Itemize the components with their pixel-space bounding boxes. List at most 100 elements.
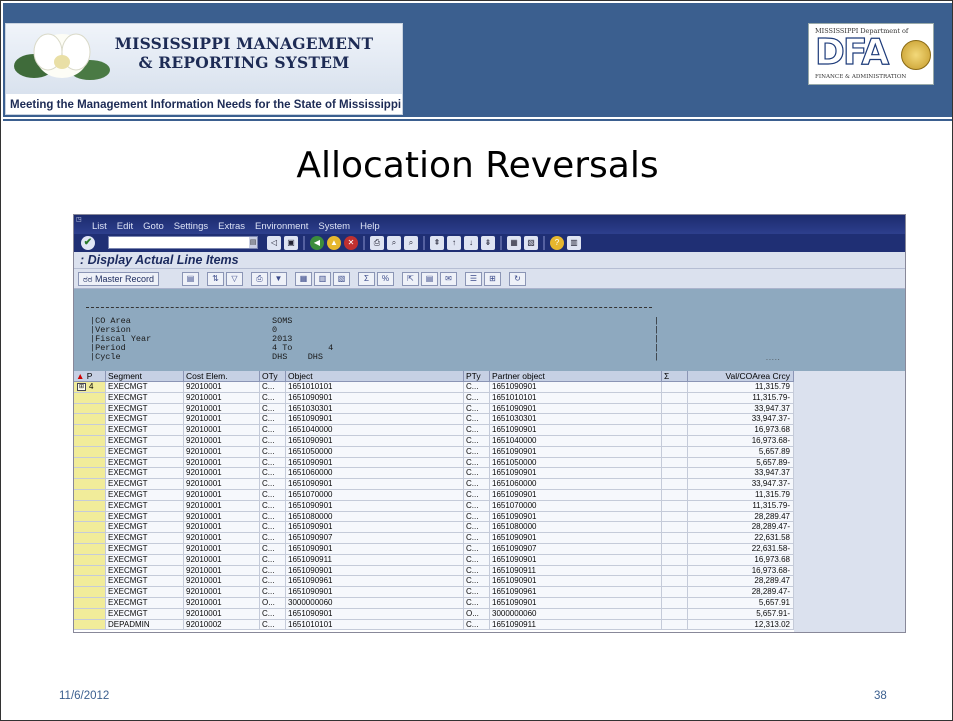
table-row[interactable]: EXECMGT 92010001 C... 1651090901 C... 1651070… [74, 500, 794, 512]
table-row[interactable]: DEPADMIN 92010002 C... 1651010101 C... 165109… [74, 619, 794, 631]
cell-segment: EXECMGT [106, 403, 184, 415]
menu-help[interactable]: Help [360, 221, 380, 232]
command-field-dropdown-icon[interactable]: ▤ [249, 237, 257, 248]
table-row[interactable]: EXECMGT 92010001 C... 1651090907 C... 1651090… [74, 533, 794, 544]
column-header-segment[interactable]: Segment [106, 371, 184, 382]
table-row[interactable]: EXECMGT 92010001 C... 1651090901 C... 1651060… [74, 479, 794, 490]
menu-edit[interactable]: Edit [117, 221, 133, 232]
column-header-oty[interactable]: OTy [260, 371, 286, 382]
table-row[interactable]: EXECMGT 92010001 C... 1651090901 C... 1651050… [74, 457, 794, 469]
column-header-partner-object[interactable]: Partner object [490, 371, 662, 382]
master-record-label: Master Record [95, 274, 155, 284]
cell-segment: EXECMGT [106, 490, 184, 501]
cell-partner-object: 1651040000 [490, 436, 662, 447]
spreadsheet-icon[interactable]: ▤ [421, 272, 438, 286]
sort-icon[interactable]: ⇅ [207, 272, 224, 286]
application-toolbar-icons: ▤ ⇅ ▽ ⎙ ▼ ▦ ▥ ▧ Σ % ⇱ ▤ ✉ ☰ ⊞ ↻ [182, 272, 526, 286]
table-row[interactable]: ⊞ 4 EXECMGT 92010001 C... 1651010101 C... 16510… [74, 382, 794, 393]
expand-row-icon[interactable]: ⊞ [77, 383, 86, 391]
details-icon[interactable]: ☰ [465, 272, 482, 286]
document-icon[interactable]: ▤ [182, 272, 199, 286]
table-row[interactable]: EXECMGT 92010001 C... 1651030301 C... 1651090… [74, 403, 794, 415]
cell-segment: EXECMGT [106, 608, 184, 620]
first-page-icon[interactable]: ⇞ [430, 236, 444, 250]
menu-extras[interactable]: Extras [218, 221, 245, 232]
menu-environment[interactable]: Environment [255, 221, 308, 232]
cell-segment: EXECMGT [106, 511, 184, 523]
total-icon[interactable]: Σ [358, 272, 375, 286]
column-header-pty[interactable]: PTy [464, 371, 490, 382]
export-icon[interactable]: ⇱ [402, 272, 419, 286]
cancel-icon[interactable]: ✕ [344, 236, 358, 250]
subtotal-icon[interactable]: % [377, 272, 394, 286]
change-layout-icon[interactable]: ▥ [314, 272, 331, 286]
refresh-icon[interactable]: ↻ [509, 272, 526, 286]
menu-goto[interactable]: Goto [143, 221, 164, 232]
table-row[interactable]: EXECMGT 92010001 C... 1651090911 C... 1651090… [74, 554, 794, 566]
column-header-value[interactable]: Val/COArea Crcy [688, 371, 794, 382]
column-header-sigma[interactable]: Σ [662, 371, 688, 382]
layout-menu-icon[interactable]: ▥ [567, 236, 581, 250]
back-arrow-icon[interactable]: ◁ [267, 236, 281, 250]
table-row[interactable]: EXECMGT 92010001 C... 1651060000 C... 1651090… [74, 468, 794, 480]
exit-icon[interactable]: ▲ [327, 236, 341, 250]
cell-object: 1651050000 [286, 446, 464, 458]
table-row[interactable]: EXECMGT 92010001 C... 1651090901 C... 1651090… [74, 565, 794, 577]
choose-icon[interactable]: ⊞ [484, 272, 501, 286]
table-row[interactable]: EXECMGT 92010001 C... 1651090901 C... 1651090… [74, 544, 794, 555]
master-record-button[interactable]: ಠಠ Master Record [78, 272, 160, 286]
state-seal-icon [901, 40, 931, 70]
table-row[interactable]: EXECMGT 92010001 C... 1651070000 C... 1651090… [74, 490, 794, 501]
cell-pty: C... [464, 382, 490, 393]
next-page-icon[interactable]: ↓ [464, 236, 478, 250]
toolbar-separator [201, 272, 205, 286]
select-layout-icon[interactable]: ▦ [295, 272, 312, 286]
cell-value: 12,313.02 [688, 619, 794, 631]
cell-partner-object: 1651010101 [490, 392, 662, 404]
table-row[interactable]: EXECMGT 92010001 C... 1651050000 C... 1651090… [74, 446, 794, 458]
set-filter-icon[interactable]: ▼ [270, 272, 287, 286]
menu-list[interactable]: List [92, 221, 107, 232]
find-next-icon[interactable]: ⌕ [404, 236, 418, 250]
table-row[interactable]: EXECMGT 92010001 O... 3000000060 C... 1651090… [74, 598, 794, 609]
cell-partner-object: 1651090901 [490, 403, 662, 415]
column-header-p[interactable]: ▲ P [74, 371, 106, 382]
cell-pty: C... [464, 576, 490, 588]
table-row[interactable]: EXECMGT 92010001 C... 1651090901 C... 1651090… [74, 587, 794, 598]
slide: MISSISSIPPI MANAGEMENT & REPORTING SYSTE… [0, 0, 953, 721]
enter-check-icon[interactable]: ✔ [81, 236, 95, 250]
table-row[interactable]: EXECMGT 92010001 C... 1651090901 C... 1651010… [74, 392, 794, 404]
cell-oty: C... [260, 500, 286, 512]
filter-icon[interactable]: ▽ [226, 272, 243, 286]
find-icon[interactable]: ⌕ [387, 236, 401, 250]
column-header-cost-elem[interactable]: Cost Elem. [184, 371, 260, 382]
cell-sigma [662, 587, 688, 598]
table-row[interactable]: EXECMGT 92010001 C... 1651090901 C... 1651080… [74, 522, 794, 534]
cell-p [74, 576, 106, 588]
print-icon[interactable]: ⎙ [370, 236, 384, 250]
save-icon[interactable]: ▣ [284, 236, 298, 250]
last-page-icon[interactable]: ⇟ [481, 236, 495, 250]
send-icon[interactable]: ✉ [440, 272, 457, 286]
table-row[interactable]: EXECMGT 92010001 C... 1651040000 C... 1651090… [74, 425, 794, 436]
back-icon[interactable]: ◀ [310, 236, 324, 250]
cell-pty: C... [464, 436, 490, 447]
shortcut-icon[interactable]: ▧ [524, 236, 538, 250]
cell-object: 1651070000 [286, 490, 464, 501]
menu-settings[interactable]: Settings [174, 221, 208, 232]
menu-system[interactable]: System [318, 221, 350, 232]
table-row[interactable]: EXECMGT 92010001 C... 1651090901 C... 1651030… [74, 414, 794, 426]
cell-pty: C... [464, 479, 490, 490]
save-layout-icon[interactable]: ▧ [333, 272, 350, 286]
previous-page-icon[interactable]: ↑ [447, 236, 461, 250]
table-row[interactable]: EXECMGT 92010001 C... 1651080000 C... 1651090… [74, 511, 794, 523]
cell-p [74, 511, 106, 523]
column-header-object[interactable]: Object [286, 371, 464, 382]
create-session-icon[interactable]: ▦ [507, 236, 521, 250]
help-icon[interactable]: ? [550, 236, 564, 250]
print-preview-icon[interactable]: ⎙ [251, 272, 268, 286]
table-row[interactable]: EXECMGT 92010001 C... 1651090901 O... 3000000… [74, 608, 794, 620]
command-field[interactable] [108, 236, 258, 249]
table-row[interactable]: EXECMGT 92010001 C... 1651090901 C... 1651040… [74, 436, 794, 447]
table-row[interactable]: EXECMGT 92010001 C... 1651090961 C... 1651090… [74, 576, 794, 588]
